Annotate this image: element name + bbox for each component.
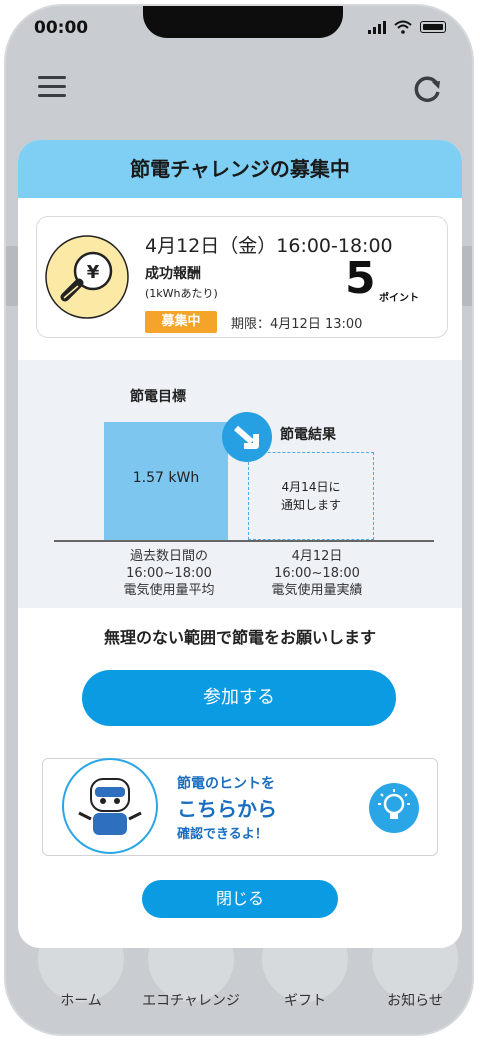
close-button[interactable]: 閉じる bbox=[142, 880, 338, 918]
challenge-card: ¥ 4月12日（金）16:00-18:00 成功報酬 (1kWhあたり) 5 ポ… bbox=[36, 216, 448, 338]
hint-line3: 確認できるよ！ bbox=[177, 827, 268, 842]
reward-unit: (1kWhあたり) bbox=[145, 287, 218, 300]
hint-line2: こちらから bbox=[177, 797, 277, 821]
result-label: 節電結果 bbox=[280, 427, 336, 443]
left-caption-line: 16:00~18:00 bbox=[126, 566, 212, 581]
arrow-down-icon bbox=[222, 412, 272, 462]
result-notice-line2: 通知します bbox=[280, 498, 341, 512]
result-notice-line1: 4月14日に bbox=[281, 480, 341, 494]
status-time: 00:00 bbox=[34, 18, 89, 38]
signal-icon bbox=[368, 20, 386, 34]
status-icons bbox=[368, 20, 446, 34]
lightbulb-icon bbox=[369, 783, 419, 833]
challenge-modal: 節電チャレンジの募集中 ¥ 4月12日（金）16:00-18:00 成功報酬 (… bbox=[18, 140, 462, 948]
points-unit: ポイント bbox=[379, 293, 419, 304]
tab-notices-label: お知らせ bbox=[387, 993, 443, 1009]
tab-notices[interactable]: お知らせ bbox=[360, 916, 470, 1022]
modal-title: 節電チャレンジの募集中 bbox=[18, 140, 462, 198]
right-caption: 4月12日 16:00~18:00 電気使用量実績 bbox=[242, 548, 392, 599]
right-caption-line: 4月12日 bbox=[291, 549, 343, 564]
right-caption-line: 電気使用量実績 bbox=[271, 583, 363, 598]
tab-gift-label: ギフト bbox=[284, 993, 326, 1009]
hint-banner[interactable]: 節電のヒントを こちらから 確認できるよ！ bbox=[42, 758, 438, 856]
reward-label: 成功報酬 bbox=[145, 266, 201, 282]
chart-baseline bbox=[54, 540, 434, 542]
left-caption: 過去数日間の 16:00~18:00 電気使用量平均 bbox=[94, 548, 244, 599]
goal-label: 節電目標 bbox=[130, 389, 186, 405]
left-caption-line: 過去数日間の bbox=[129, 549, 208, 564]
notch bbox=[143, 6, 343, 38]
request-message: 無理のない範囲で節電をお願いします bbox=[103, 628, 376, 647]
reward-points: 5 bbox=[345, 253, 376, 304]
tab-eco-challenge-label: エコチャレンジ bbox=[142, 993, 240, 1009]
svg-text:¥: ¥ bbox=[87, 262, 100, 283]
mascot-icon bbox=[62, 758, 158, 854]
goal-value: 1.57 kWh bbox=[132, 470, 200, 486]
bottom-tab-bar: ホーム エコチャレンジ ギフト お知らせ bbox=[6, 916, 472, 1034]
join-button[interactable]: 参加する bbox=[82, 670, 396, 726]
menu-icon[interactable] bbox=[38, 76, 66, 98]
refresh-icon[interactable] bbox=[410, 72, 444, 106]
status-badge: 募集中 bbox=[145, 311, 217, 333]
savings-chart: 節電目標 1.57 kWh 4月14日に 通知します 節電結果 過去数日間の 1… bbox=[18, 360, 462, 608]
tab-gift[interactable]: ギフト bbox=[250, 916, 360, 1022]
app-bar bbox=[6, 66, 472, 116]
tab-home[interactable]: ホーム bbox=[26, 916, 136, 1022]
deadline-text: 期限：4月12日 13:00 bbox=[231, 317, 363, 332]
left-caption-line: 電気使用量平均 bbox=[123, 583, 215, 598]
battery-icon bbox=[420, 21, 446, 33]
wifi-icon bbox=[394, 20, 412, 34]
tab-eco-challenge[interactable]: エコチャレンジ bbox=[136, 916, 246, 1022]
right-caption-line: 16:00~18:00 bbox=[274, 566, 360, 581]
yen-bulb-icon: ¥ bbox=[45, 235, 129, 319]
hint-line1: 節電のヒントを bbox=[177, 776, 275, 792]
result-notice: 4月14日に 通知します bbox=[248, 478, 374, 514]
tab-home-label: ホーム bbox=[60, 993, 102, 1009]
